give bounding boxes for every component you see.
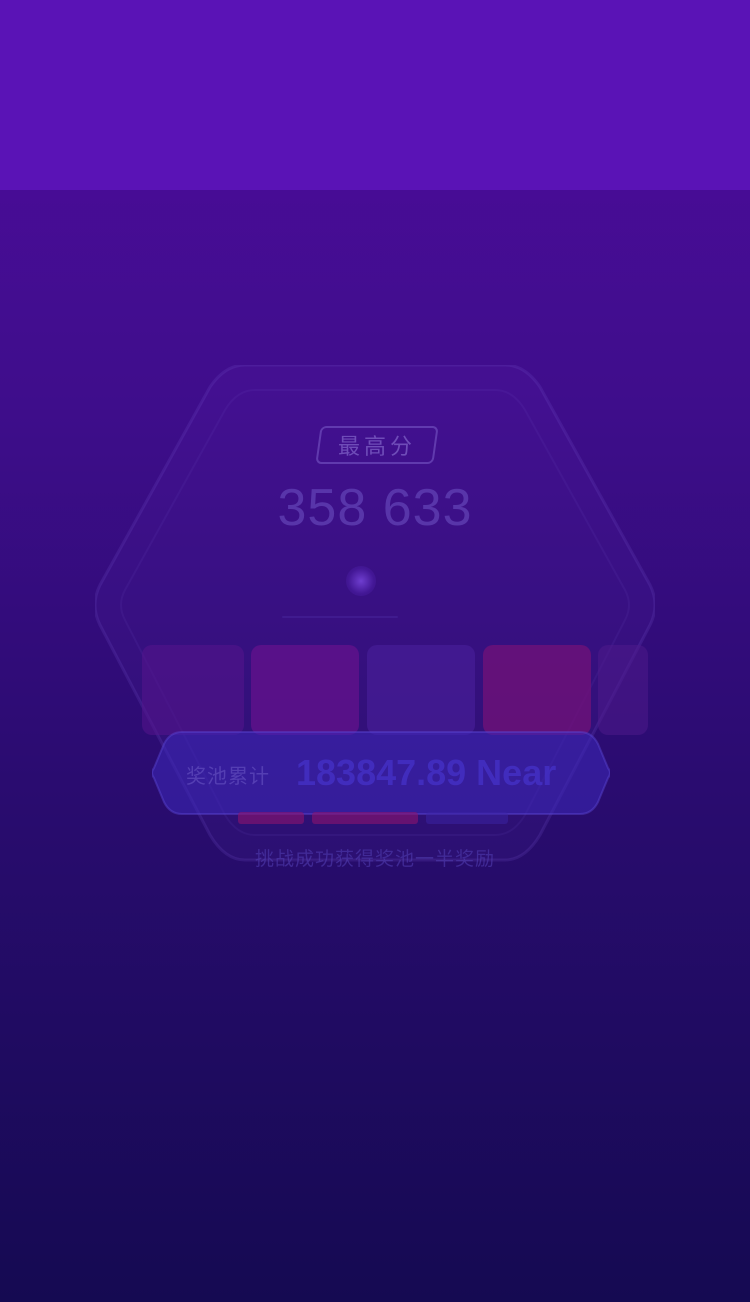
bar-red-long — [312, 812, 418, 824]
tile-3[interactable] — [367, 645, 475, 735]
tile-4[interactable] — [483, 645, 591, 735]
tile-1[interactable] — [142, 645, 244, 735]
indicator-line — [282, 616, 398, 618]
bar-red-short — [238, 812, 304, 824]
bar-blue — [426, 812, 508, 824]
best-score-tag: 最高分 — [315, 426, 439, 464]
prize-pool-value: 183847.89 Near — [296, 752, 557, 793]
tile-2[interactable] — [251, 645, 359, 735]
challenge-hint: 挑战成功获得奖池一半奖励 — [254, 848, 495, 870]
prize-pool-label: 奖池累计 — [186, 764, 270, 788]
indicator-dot — [346, 566, 376, 596]
best-score-value: 358 633 — [277, 479, 473, 537]
top-bar — [0, 0, 750, 190]
tile-5[interactable] — [598, 645, 648, 735]
best-score-label: 最高分 — [337, 435, 416, 460]
